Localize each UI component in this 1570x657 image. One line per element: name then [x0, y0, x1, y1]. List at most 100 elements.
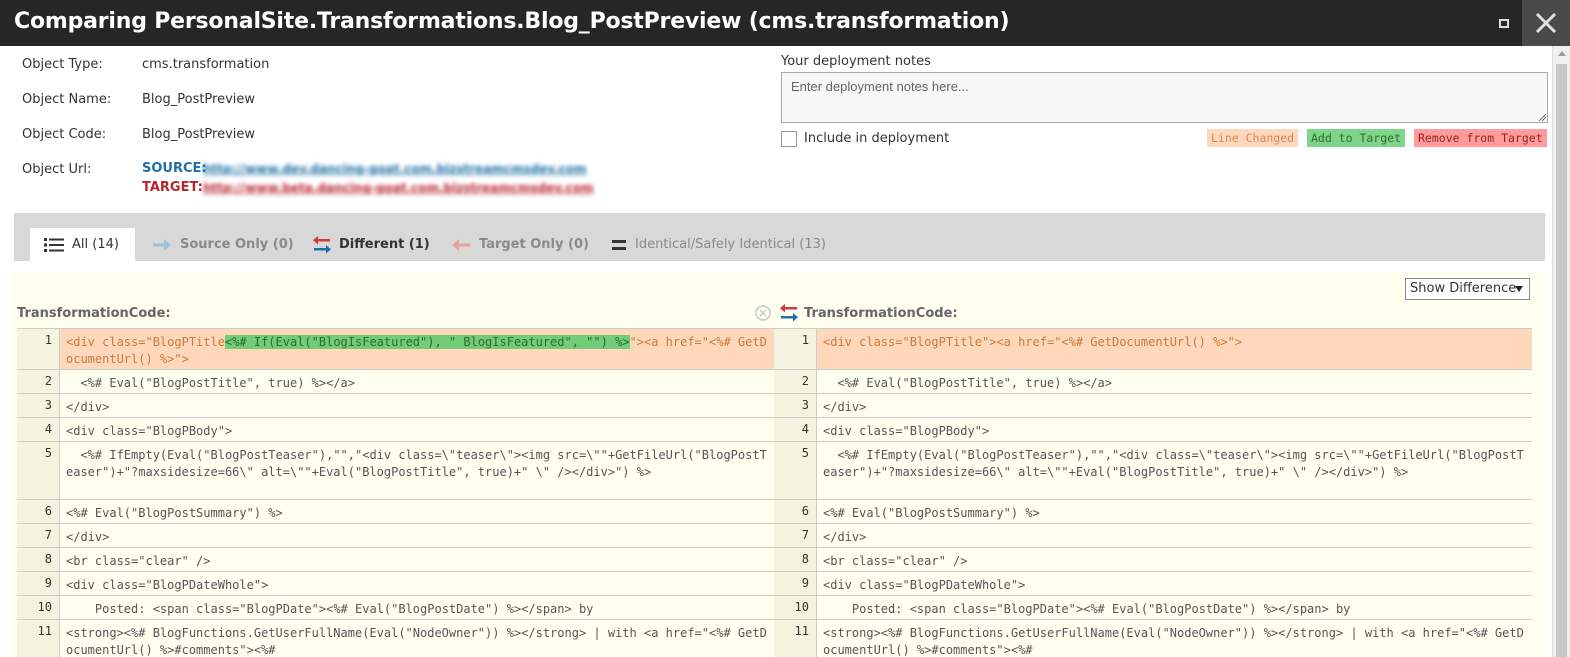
line-code: <strong><%# BlogFunctions.GetUserFullNam… [66, 626, 767, 657]
dialog-title: Comparing PersonalSite.Transformations.B… [14, 9, 1010, 34]
resize-grip-icon[interactable] [1538, 113, 1546, 121]
list-icon [44, 237, 64, 252]
line-number: 8 [17, 548, 60, 571]
vertical-scrollbar[interactable] [1552, 46, 1570, 657]
caret-down-icon [1515, 286, 1523, 292]
tab-different[interactable]: Different (1) [313, 228, 430, 261]
scroll-up-arrow-icon[interactable] [1558, 51, 1566, 56]
tab-all-label: All (14) [72, 237, 119, 252]
tab-all[interactable]: All (14) [30, 228, 135, 261]
line-number: 2 [17, 370, 60, 393]
object-type-value: cms.transformation [142, 57, 270, 72]
tab-target-only-label: Target Only (0) [479, 237, 589, 252]
tab-source-only[interactable]: Source Only (0) [152, 228, 294, 261]
tab-source-only-label: Source Only (0) [180, 237, 294, 252]
line-code: <strong><%# BlogFunctions.GetUserFullNam… [823, 626, 1524, 657]
line-number: 3 [774, 394, 817, 417]
line-number: 5 [17, 442, 60, 499]
line-number: 6 [774, 500, 817, 523]
line-code: <div class="BlogPTitle"><a href="<%# Get… [817, 329, 1532, 369]
object-name-label: Object Name: [22, 92, 112, 107]
legend-add-to-target: Add to Target [1307, 129, 1406, 147]
arrow-left-icon [452, 238, 470, 251]
line-number: 8 [774, 548, 817, 571]
diff-line-row: 6 <%# Eval("BlogPostSummary") %> [17, 499, 774, 523]
source-label: SOURCE: [142, 161, 207, 176]
target-url-link[interactable]: http://www.beta.dancing-goat.com.bizstre… [203, 181, 594, 195]
swap-arrows-icon [313, 235, 331, 253]
scrollbar-thumb[interactable] [1556, 64, 1567, 657]
line-code: <br class="clear" /> [823, 554, 968, 568]
tab-identical[interactable]: Identical/Safely Identical (13) [611, 228, 826, 261]
tab-different-label: Different (1) [339, 237, 430, 252]
diff-line-row: 8 <br class="clear" /> [17, 547, 774, 571]
left-column-header: TransformationCode: [17, 306, 171, 321]
line-number: 1 [17, 329, 60, 369]
line-code: Posted: <span class="BlogPDate"><%# Eval… [66, 602, 594, 616]
object-name-value: Blog_PostPreview [142, 92, 256, 107]
target-label: TARGET: [142, 180, 203, 195]
close-icon [1535, 12, 1557, 34]
include-in-deployment-checkbox[interactable] [781, 131, 797, 147]
show-difference-select[interactable]: Show Difference [1405, 278, 1530, 300]
line-number: 9 [774, 572, 817, 595]
include-in-deployment-label[interactable]: Include in deployment [804, 131, 949, 146]
legend-line-changed: Line Changed [1207, 129, 1299, 147]
diff-line-row: 4 <div class="BlogPBody"> [17, 417, 774, 441]
line-code: </div> [823, 400, 867, 414]
line-number: 2 [774, 370, 817, 393]
source-url-link[interactable]: http://www.dev.dancing-goat.com.bizstrea… [203, 162, 587, 176]
line-number: 7 [17, 524, 60, 547]
line-number: 3 [17, 394, 60, 417]
title-bar: Comparing PersonalSite.Transformations.B… [0, 0, 1570, 46]
diff-line-row: 4 <div class="BlogPBody"> [774, 417, 1532, 441]
diff-line-row: 2 <%# Eval("BlogPostTitle", true) %></a> [774, 369, 1532, 393]
diff-line-row: 3 </div> [774, 393, 1532, 417]
line-number: 10 [17, 596, 60, 619]
equals-icon [612, 239, 626, 250]
line-code: <%# Eval("BlogPostSummary") %> [66, 506, 283, 520]
line-code: </div> [66, 400, 110, 414]
object-code-value: Blog_PostPreview [142, 127, 256, 142]
close-button[interactable] [1522, 0, 1570, 46]
line-code: </div> [823, 530, 867, 544]
diff-line-row: 11 <strong><%# BlogFunctions.GetUserFull… [17, 619, 774, 657]
line-number: 9 [17, 572, 60, 595]
diff-line-row: 2 <%# Eval("BlogPostTitle", true) %></a> [17, 369, 774, 393]
deployment-notes-label: Your deployment notes [781, 54, 931, 69]
arrow-right-icon [153, 238, 171, 251]
diff-line-row: 5 <%# IfEmpty(Eval("BlogPostTeaser"),"",… [17, 441, 774, 499]
diff-line-row: 1 <div class="BlogPTitle<%# If(Eval("Blo… [17, 328, 774, 369]
object-url-label: Object Url: [22, 162, 92, 177]
deployment-notes-input[interactable] [781, 72, 1548, 123]
line-number: 11 [774, 620, 817, 657]
line-code: </div> [66, 530, 110, 544]
clear-circle-icon[interactable] [755, 305, 771, 321]
line-code: <br class="clear" /> [66, 554, 211, 568]
diff-line-row: 10 Posted: <span class="BlogPDate"><%# E… [17, 595, 774, 619]
compare-dialog: Comparing PersonalSite.Transformations.B… [0, 0, 1570, 657]
diff-line-row: 7 </div> [17, 523, 774, 547]
line-number: 10 [774, 596, 817, 619]
line-code: <div class="BlogPBody"> [823, 424, 990, 438]
right-column-header: TransformationCode: [804, 306, 958, 321]
maximize-button[interactable] [1494, 14, 1514, 32]
line-number: 11 [17, 620, 60, 657]
line-code: <%# Eval("BlogPostTitle", true) %></a> [823, 376, 1112, 390]
diff-line-row: 5 <%# IfEmpty(Eval("BlogPostTeaser"),"",… [774, 441, 1532, 499]
line-code: <div class="BlogPBody"> [66, 424, 233, 438]
line-code: <div class="BlogPTitle<%# If(Eval("BlogI… [60, 329, 774, 369]
diff-line-row: 10 Posted: <span class="BlogPDate"><%# E… [774, 595, 1532, 619]
code-text: <div class="BlogPTitle [66, 335, 225, 349]
line-code: <%# Eval("BlogPostTitle", true) %></a> [66, 376, 355, 390]
object-type-label: Object Type: [22, 57, 103, 72]
swap-arrows-icon [780, 304, 798, 322]
legend-remove-from-target: Remove from Target [1414, 129, 1547, 147]
show-difference-value: Show Difference [1410, 281, 1517, 296]
diff-line-row: 7 </div> [774, 523, 1532, 547]
line-number: 5 [774, 442, 817, 499]
tab-target-only[interactable]: Target Only (0) [451, 228, 589, 261]
line-code: <div class="BlogPDateWhole"> [823, 578, 1026, 592]
diff-line-row: 9 <div class="BlogPDateWhole"> [774, 571, 1532, 595]
added-code-highlight: <%# If(Eval("BlogIsFeatured"), " BlogIsF… [224, 335, 630, 349]
